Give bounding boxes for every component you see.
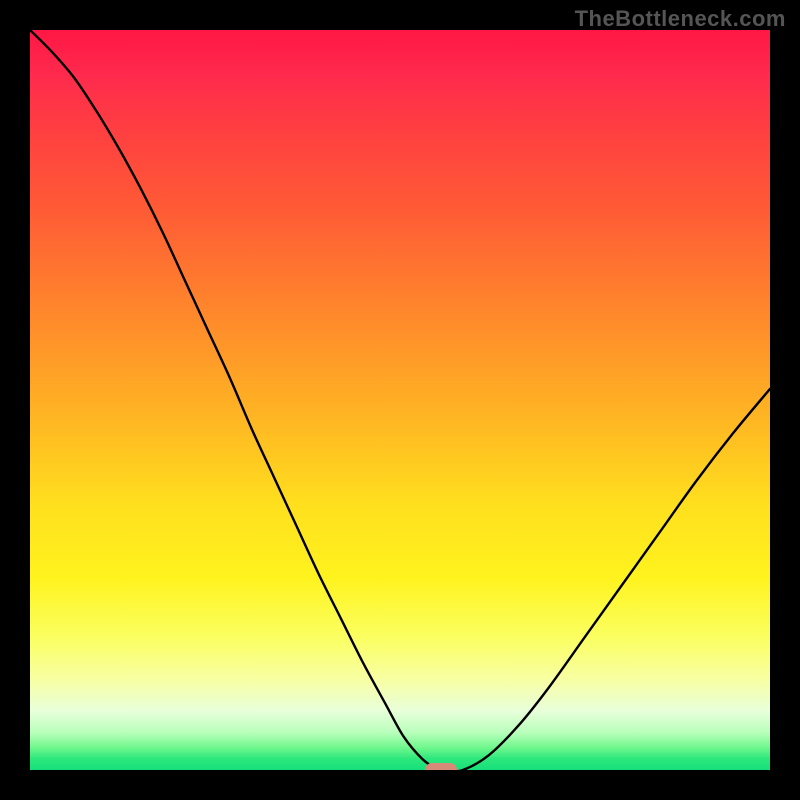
watermark-text: TheBottleneck.com [575,6,786,32]
plot-area [30,30,770,770]
optimum-marker [425,763,457,770]
bottleneck-curve [30,30,770,770]
chart-frame: TheBottleneck.com [0,0,800,800]
